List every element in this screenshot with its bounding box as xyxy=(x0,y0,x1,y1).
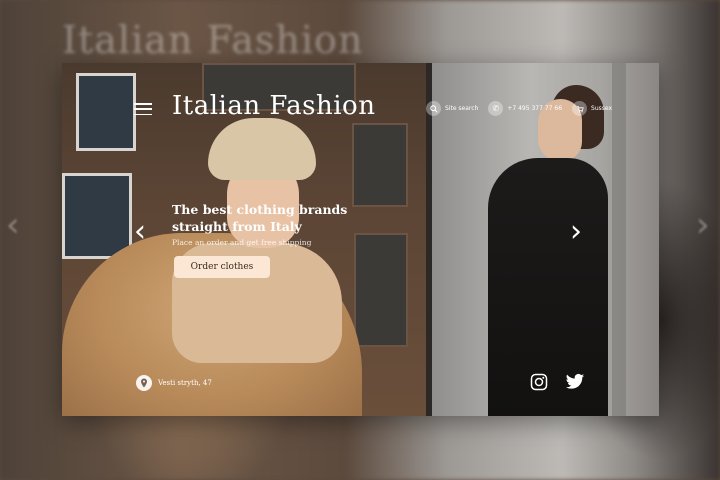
hero-card: Italian Fashion Site search ✆ +7 495 377… xyxy=(62,63,659,416)
building-window xyxy=(354,233,408,347)
background-right-arrow: › xyxy=(696,205,710,245)
hamburger-icon[interactable] xyxy=(134,103,152,115)
store-address[interactable]: Vesti stryth, 47 xyxy=(136,375,212,391)
building-window xyxy=(352,123,408,207)
building-window xyxy=(76,73,136,151)
phone-icon: ✆ xyxy=(488,101,504,116)
model-hat xyxy=(208,118,316,180)
search-icon xyxy=(426,101,441,116)
background-ghost-title: Italian Fashion xyxy=(62,18,364,62)
site-search[interactable]: Site search xyxy=(426,101,478,116)
address-text: Vesti stryth, 47 xyxy=(158,379,212,387)
location-pin-icon xyxy=(136,375,152,391)
site-search-label: Site search xyxy=(445,105,479,112)
cart-label: Sussex xyxy=(591,105,613,112)
background-left-arrow: ‹ xyxy=(6,205,20,245)
top-bar: Site search ✆ +7 495 377 77 66 Sussex xyxy=(426,101,612,116)
phone-link[interactable]: ✆ +7 495 377 77 66 xyxy=(488,101,562,116)
order-clothes-button[interactable]: Order clothes xyxy=(174,256,270,278)
building-window xyxy=(62,173,132,259)
hero-subline: Place an order and get free shipping xyxy=(172,238,312,247)
instagram-icon[interactable] xyxy=(530,373,548,391)
cart-icon xyxy=(572,101,588,116)
wall-pillar xyxy=(612,63,626,416)
model-coat xyxy=(488,158,608,416)
cart-link[interactable]: Sussex xyxy=(572,101,612,116)
page-title: Italian Fashion xyxy=(172,91,376,121)
twitter-icon[interactable] xyxy=(565,373,585,391)
phone-number: +7 495 377 77 66 xyxy=(507,105,563,112)
hero-headline: The best clothing brands straight from I… xyxy=(172,202,348,234)
next-slide-arrow[interactable]: › xyxy=(570,217,582,247)
prev-slide-arrow[interactable]: ‹ xyxy=(134,217,146,247)
